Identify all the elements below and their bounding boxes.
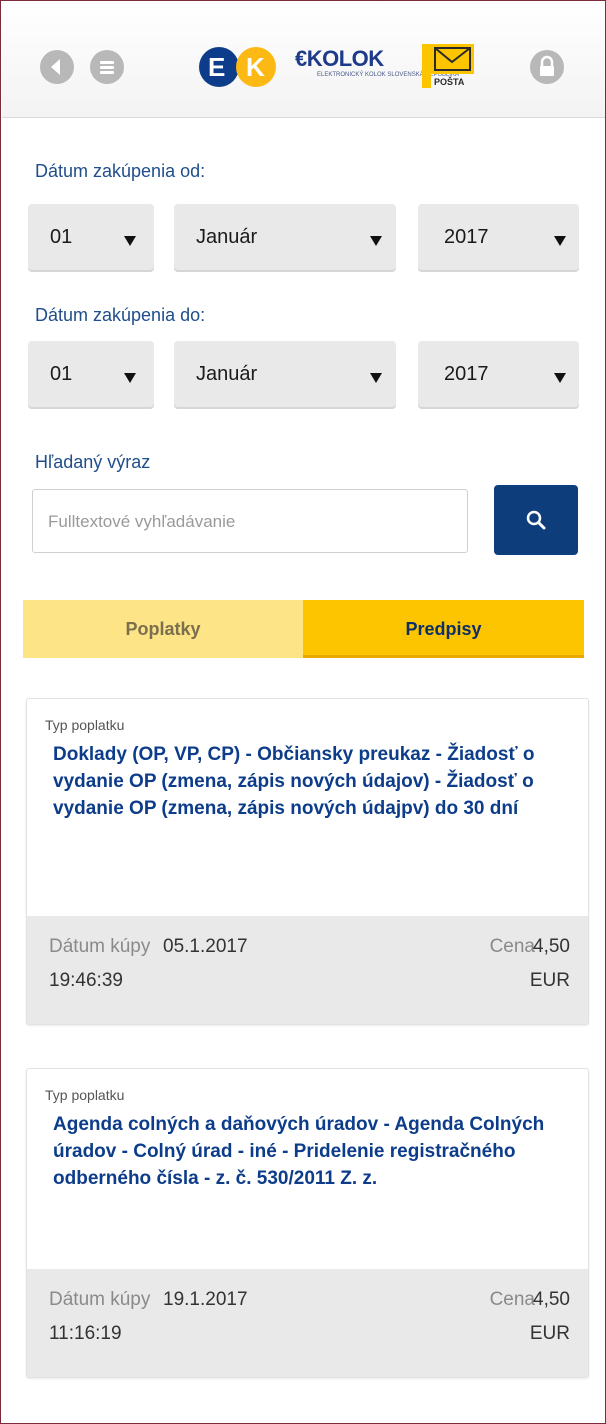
back-button[interactable] [40,50,74,84]
date-from-year-select[interactable]: 2017 [418,204,579,272]
ek-logo: E K [198,46,284,88]
posta-logo: POŠTA [422,44,474,88]
ekolok-logo: €KOLOK ELEKTRONICKÝ KOLOK SLOVENSKÁ REPU… [295,46,459,88]
record-footer: Dátum kúpy 05.1.2017 19:46:39 Cena 4,50 … [27,916,588,1024]
date-to-year-value: 2017 [444,363,489,385]
record-date-label: Dátum kúpy [49,1289,151,1310]
record-date: 05.1.2017 [163,936,248,957]
ek-logo-e: E [208,52,225,82]
record-title: Doklady (OP, VP, CP) - Občiansky preukaz… [53,744,535,819]
date-from-month-select[interactable]: Január [174,204,396,272]
ek-logo-k: K [246,52,265,82]
record-price: 4,50 [533,936,570,957]
app-header: E K €KOLOK ELEKTRONICKÝ KOLOK SLOVENSKÁ … [2,2,605,118]
search-placeholder: Fulltextové vyhľadávanie [48,512,236,531]
record-time: 11:16:19 [49,1323,122,1344]
date-to-label: Dátum zakúpenia do: [35,305,206,325]
date-from-day-value: 01 [50,226,73,248]
record-card[interactable]: Typ poplatku Agenda colných a daňových ú… [26,1068,589,1378]
record-currency: EUR [529,1323,570,1344]
record-price-label: Cena [489,1289,535,1310]
record-type-label: Typ poplatku [45,717,125,733]
date-from-label: Dátum zakúpenia od: [35,161,206,181]
lock-button[interactable] [530,50,564,84]
record-card[interactable]: Typ poplatku Doklady (OP, VP, CP) - Obči… [26,698,589,1025]
app-frame: E K €KOLOK ELEKTRONICKÝ KOLOK SLOVENSKÁ … [0,0,606,1424]
date-to-day-select[interactable]: 01 [28,341,154,409]
menu-icon [100,61,114,74]
tab-predpisy[interactable]: Predpisy [303,600,584,658]
record-time: 19:46:39 [49,970,123,991]
chevron-down-icon [124,373,136,383]
date-to-year-select[interactable]: 2017 [418,341,579,409]
search-icon [526,510,546,530]
chevron-down-icon [554,236,566,246]
chevron-down-icon [370,236,382,246]
back-icon [51,59,60,75]
date-to-day-value: 01 [50,363,73,385]
ekolok-logo-word: €KOLOK [295,46,384,71]
record-type-label: Typ poplatku [45,1087,125,1103]
search-label: Hľadaný výraz [35,452,151,472]
record-price: 4,50 [533,1289,570,1310]
record-currency: EUR [529,970,570,991]
record-date-label: Dátum kúpy [49,936,151,957]
chevron-down-icon [554,373,566,383]
lock-icon [540,55,554,76]
date-from-day-select[interactable]: 01 [28,204,154,272]
search-button[interactable] [494,485,578,555]
date-from-year-value: 2017 [444,226,489,248]
chevron-down-icon [124,236,136,246]
tab-poplatky[interactable]: Poplatky [23,600,303,658]
record-footer: Dátum kúpy 19.1.2017 11:16:19 Cena 4,50 … [27,1269,588,1377]
record-title: Agenda colných a daňových úradov - Agend… [53,1114,545,1189]
posta-logo-text: POŠTA [434,76,465,87]
date-from-month-value: Január [196,226,258,248]
record-price-label: Cena [489,936,535,957]
menu-button[interactable] [90,50,124,84]
chevron-down-icon [370,373,382,383]
date-to-month-select[interactable]: Január [174,341,396,409]
date-to-month-value: Január [196,363,258,385]
record-date: 19.1.2017 [163,1289,248,1310]
search-input[interactable]: Fulltextové vyhľadávanie [32,489,468,553]
